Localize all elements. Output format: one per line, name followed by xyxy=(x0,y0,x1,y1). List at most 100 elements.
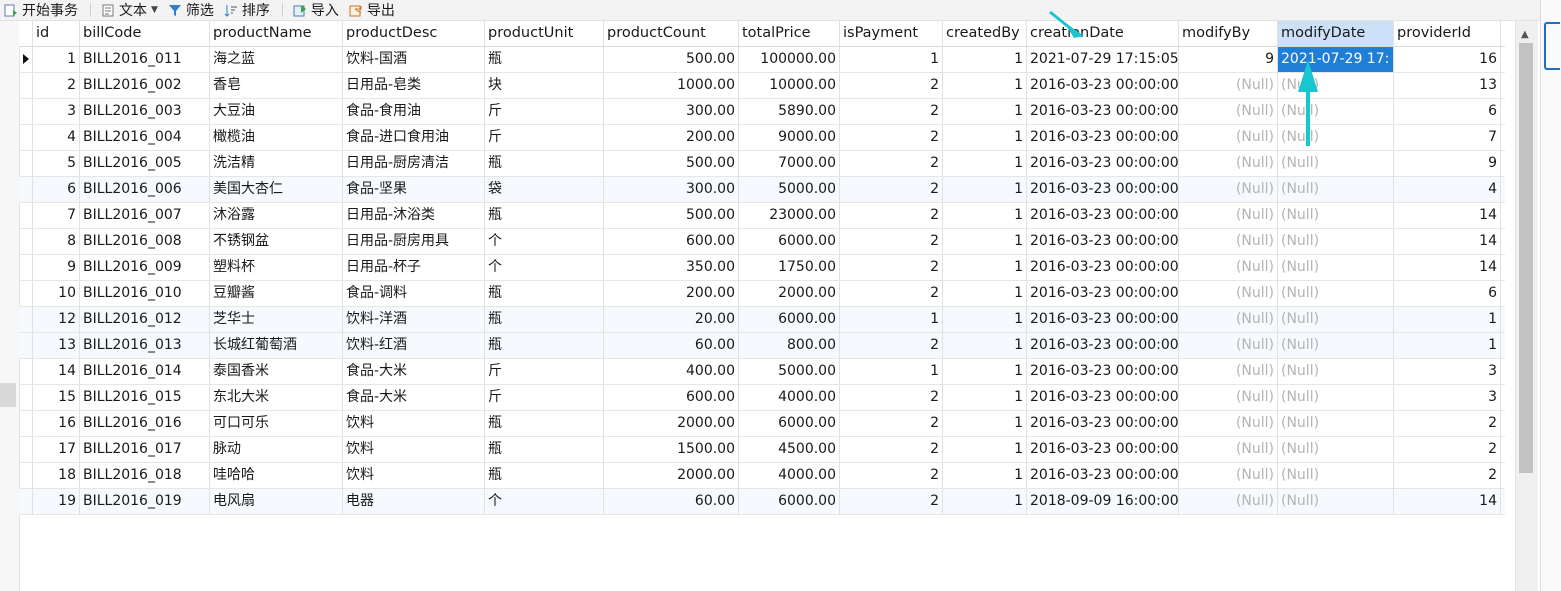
cell-productCount[interactable]: 400.00 xyxy=(604,359,739,384)
cell-providerId[interactable]: 2 xyxy=(1394,437,1501,462)
cell-creationDate[interactable]: 2018-09-09 16:00:00 xyxy=(1027,489,1179,514)
cell-creationDate[interactable]: 2016-03-23 00:00:00 xyxy=(1027,463,1179,488)
cell-id[interactable]: 2 xyxy=(33,73,80,98)
sort-button[interactable]: 排序 xyxy=(220,0,276,20)
cell-modifyBy[interactable]: (Null) xyxy=(1179,73,1278,98)
cell-productUnit[interactable]: 块 xyxy=(485,73,604,98)
cell-productDesc[interactable]: 食品-进口食用油 xyxy=(343,125,485,150)
cell-billCode[interactable]: BILL2016_005 xyxy=(80,151,210,176)
cell-creationDate[interactable]: 2016-03-23 00:00:00 xyxy=(1027,307,1179,332)
cell-createdBy[interactable]: 1 xyxy=(943,437,1027,462)
cell-providerId[interactable]: 2 xyxy=(1394,411,1501,436)
cell-productCount[interactable]: 600.00 xyxy=(604,385,739,410)
cell-productName[interactable]: 脉动 xyxy=(210,437,343,462)
cell-billCode[interactable]: BILL2016_014 xyxy=(80,359,210,384)
cell-providerId[interactable]: 3 xyxy=(1394,385,1501,410)
cell-isPayment[interactable]: 2 xyxy=(840,203,943,228)
cell-modifyDate[interactable]: (Null) xyxy=(1278,281,1394,306)
cell-totalPrice[interactable]: 9000.00 xyxy=(739,125,840,150)
cell-creationDate[interactable]: 2016-03-23 00:00:00 xyxy=(1027,229,1179,254)
cell-totalPrice[interactable]: 23000.00 xyxy=(739,203,840,228)
cell-creationDate[interactable]: 2016-03-23 00:00:00 xyxy=(1027,385,1179,410)
cell-totalPrice[interactable]: 6000.00 xyxy=(739,229,840,254)
row-indicator[interactable] xyxy=(19,489,33,514)
column-header-productUnit[interactable]: productUnit xyxy=(485,21,604,46)
cell-productUnit[interactable]: 斤 xyxy=(485,385,604,410)
cell-productUnit[interactable]: 瓶 xyxy=(485,463,604,488)
table-row[interactable]: 13 BILL2016_013 长城红葡萄酒 饮料-红酒瓶 60.00 800.00 2 1 2… xyxy=(19,333,1505,359)
cell-createdBy[interactable]: 1 xyxy=(943,281,1027,306)
column-header-productDesc[interactable]: productDesc xyxy=(343,21,485,46)
cell-productUnit[interactable]: 瓶 xyxy=(485,307,604,332)
cell-totalPrice[interactable]: 5890.00 xyxy=(739,99,840,124)
cell-createdBy[interactable]: 1 xyxy=(943,177,1027,202)
cell-billCode[interactable]: BILL2016_019 xyxy=(80,489,210,514)
cell-createdBy[interactable]: 1 xyxy=(943,255,1027,280)
row-indicator[interactable] xyxy=(19,47,33,72)
cell-productUnit[interactable]: 瓶 xyxy=(485,151,604,176)
cell-billCode[interactable]: BILL2016_008 xyxy=(80,229,210,254)
cell-productDesc[interactable]: 饮料-红酒 xyxy=(343,333,485,358)
cell-modifyDate[interactable]: (Null) xyxy=(1278,437,1394,462)
cell-modifyDate[interactable]: (Null) xyxy=(1278,125,1394,150)
cell-creationDate[interactable]: 2016-03-23 00:00:00 xyxy=(1027,437,1179,462)
cell-isPayment[interactable]: 2 xyxy=(840,489,943,514)
cell-modifyDate[interactable]: (Null) xyxy=(1278,411,1394,436)
cell-totalPrice[interactable]: 100000.00 xyxy=(739,47,840,72)
cell-billCode[interactable]: BILL2016_006 xyxy=(80,177,210,202)
cell-productUnit[interactable]: 个 xyxy=(485,255,604,280)
cell-creationDate[interactable]: 2016-03-23 00:00:00 xyxy=(1027,203,1179,228)
cell-modifyDate[interactable]: (Null) xyxy=(1278,99,1394,124)
column-header-totalPrice[interactable]: totalPrice xyxy=(739,21,840,46)
cell-isPayment[interactable]: 2 xyxy=(840,333,943,358)
cell-providerId[interactable]: 9 xyxy=(1394,151,1501,176)
cell-productName[interactable]: 香皂 xyxy=(210,73,343,98)
table-row[interactable]: 8 BILL2016_008 不锈钢盆 日用品-厨房用具个 600.00 6000.00 2… xyxy=(19,229,1505,255)
cell-productName[interactable]: 大豆油 xyxy=(210,99,343,124)
cell-modifyBy[interactable]: (Null) xyxy=(1179,359,1278,384)
cell-providerId[interactable]: 7 xyxy=(1394,125,1501,150)
cell-createdBy[interactable]: 1 xyxy=(943,411,1027,436)
cell-isPayment[interactable]: 2 xyxy=(840,437,943,462)
cell-productDesc[interactable]: 饮料 xyxy=(343,463,485,488)
cell-productDesc[interactable]: 日用品-皂类 xyxy=(343,73,485,98)
cell-creationDate[interactable]: 2021-07-29 17:15:05 xyxy=(1027,47,1179,72)
cell-createdBy[interactable]: 1 xyxy=(943,385,1027,410)
cell-createdBy[interactable]: 1 xyxy=(943,489,1027,514)
cell-productUnit[interactable]: 瓶 xyxy=(485,333,604,358)
cell-createdBy[interactable]: 1 xyxy=(943,229,1027,254)
cell-billCode[interactable]: BILL2016_015 xyxy=(80,385,210,410)
cell-id[interactable]: 16 xyxy=(33,411,80,436)
cell-providerId[interactable]: 4 xyxy=(1394,177,1501,202)
cell-creationDate[interactable]: 2016-03-23 00:00:00 xyxy=(1027,177,1179,202)
cell-totalPrice[interactable]: 4000.00 xyxy=(739,385,840,410)
cell-isPayment[interactable]: 1 xyxy=(840,307,943,332)
row-indicator[interactable] xyxy=(19,203,33,228)
cell-productUnit[interactable]: 个 xyxy=(485,489,604,514)
table-row[interactable]: 3 BILL2016_003 大豆油 食品-食用油斤 300.00 5890.00 2 1 20… xyxy=(19,99,1505,125)
cell-modifyDate[interactable]: (Null) xyxy=(1278,385,1394,410)
cell-modifyBy[interactable]: 9 xyxy=(1179,47,1278,72)
column-header-productName[interactable]: productName xyxy=(210,21,343,46)
cell-modifyBy[interactable]: (Null) xyxy=(1179,463,1278,488)
column-header-creationDate[interactable]: creationDate xyxy=(1027,21,1179,46)
cell-creationDate[interactable]: 2016-03-23 00:00:00 xyxy=(1027,411,1179,436)
cell-id[interactable]: 1 xyxy=(33,47,80,72)
cell-createdBy[interactable]: 1 xyxy=(943,463,1027,488)
cell-modifyDate[interactable]: (Null) xyxy=(1278,255,1394,280)
cell-createdBy[interactable]: 1 xyxy=(943,99,1027,124)
table-row[interactable]: 6 BILL2016_006 美国大杏仁 食品-坚果袋 300.00 5000.00 2 1 2… xyxy=(19,177,1505,203)
cell-isPayment[interactable]: 1 xyxy=(840,47,943,72)
cell-isPayment[interactable]: 2 xyxy=(840,281,943,306)
cell-isPayment[interactable]: 1 xyxy=(840,359,943,384)
cell-totalPrice[interactable]: 5000.00 xyxy=(739,177,840,202)
column-header-modifyBy[interactable]: modifyBy xyxy=(1179,21,1278,46)
cell-totalPrice[interactable]: 1750.00 xyxy=(739,255,840,280)
cell-modifyBy[interactable]: (Null) xyxy=(1179,125,1278,150)
cell-isPayment[interactable]: 2 xyxy=(840,229,943,254)
cell-createdBy[interactable]: 1 xyxy=(943,307,1027,332)
table-row[interactable]: 10 BILL2016_010 豆瓣酱 食品-调料瓶 200.00 2000.00 2 1 20… xyxy=(19,281,1505,307)
cell-modifyBy[interactable]: (Null) xyxy=(1179,229,1278,254)
cell-productDesc[interactable]: 食品-食用油 xyxy=(343,99,485,124)
cell-createdBy[interactable]: 1 xyxy=(943,359,1027,384)
